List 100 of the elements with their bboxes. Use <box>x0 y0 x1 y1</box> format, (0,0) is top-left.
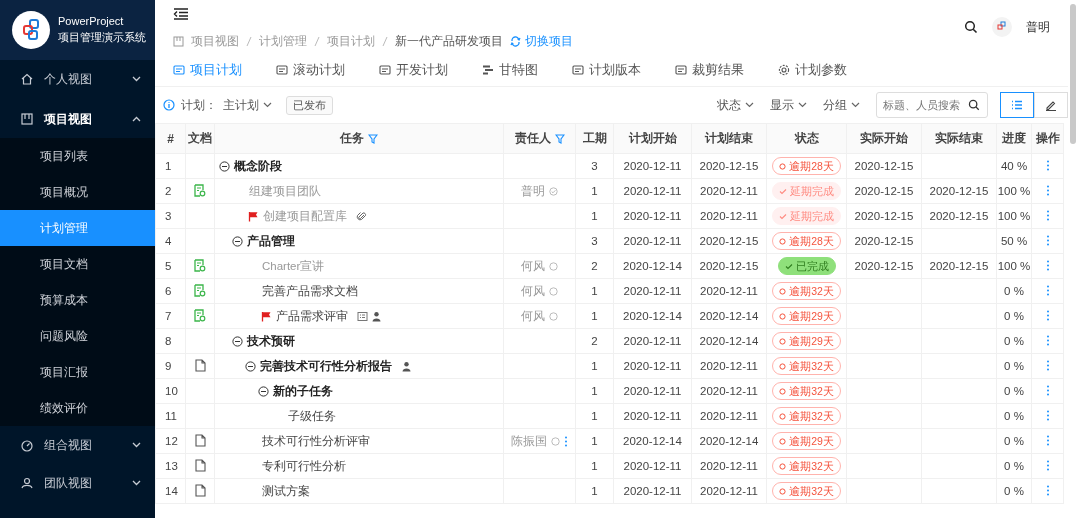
circle-icon <box>779 437 787 445</box>
table-cell: 2020-12-14 <box>613 303 692 329</box>
sidebar-group[interactable]: 组合视图 <box>0 426 155 464</box>
more-icon[interactable] <box>1045 434 1050 446</box>
person-icon[interactable] <box>371 310 382 322</box>
edit-button[interactable] <box>1034 92 1068 118</box>
more-icon[interactable] <box>1045 234 1050 246</box>
more-icon[interactable] <box>1045 159 1050 171</box>
file-icon[interactable] <box>194 458 206 472</box>
filter-icon[interactable] <box>368 133 378 144</box>
table-cell: 1 <box>575 278 614 304</box>
more-icon[interactable] <box>1045 309 1050 321</box>
more-icon[interactable] <box>1045 484 1050 496</box>
person-icon[interactable] <box>401 360 412 372</box>
sidebar-item[interactable]: 绩效评价 <box>0 390 155 426</box>
table-cell: 2020-12-11 <box>691 203 767 229</box>
plan-label: 计划： <box>181 96 217 114</box>
file-icon[interactable] <box>194 358 206 372</box>
flag-icon <box>248 210 259 222</box>
task-name[interactable]: 产品管理 <box>247 233 295 249</box>
table-cell: 2020-12-14 <box>613 428 692 454</box>
sidebar-group[interactable]: 项目视图 <box>0 100 155 138</box>
more-icon[interactable] <box>1045 359 1050 371</box>
task-name[interactable]: 概念阶段 <box>234 158 282 174</box>
form-icon[interactable] <box>357 310 368 322</box>
collapse-icon[interactable] <box>258 385 269 397</box>
tab[interactable]: 甘特图 <box>482 61 538 79</box>
sidebar-item[interactable]: 项目汇报 <box>0 354 155 390</box>
tab[interactable]: 滚动计划 <box>276 61 345 79</box>
document-icon[interactable] <box>194 258 206 272</box>
search-icon[interactable] <box>964 20 978 34</box>
more-icon[interactable] <box>1045 409 1050 421</box>
filter-dropdown[interactable]: 显示 <box>770 96 807 114</box>
breadcrumb-separator <box>382 36 388 47</box>
document-icon[interactable] <box>194 183 206 197</box>
user-name[interactable]: 普明 <box>1026 18 1050 36</box>
more-icon[interactable] <box>1045 184 1050 196</box>
sidebar-item[interactable]: 项目文档 <box>0 246 155 282</box>
filter-dropdown[interactable]: 状态 <box>717 96 754 114</box>
scrollbar[interactable] <box>1070 4 1076 144</box>
sidebar-group[interactable]: 个人视图 <box>0 60 155 98</box>
search-field[interactable]: 标题、人员搜索 <box>876 92 988 118</box>
file-icon[interactable] <box>194 433 206 447</box>
task-name[interactable]: 专利可行性分析 <box>262 458 346 474</box>
file-icon[interactable] <box>194 483 206 497</box>
info-icon <box>163 99 175 111</box>
document-icon[interactable] <box>194 308 206 322</box>
filter-icon[interactable] <box>554 133 565 144</box>
more-icon[interactable] <box>564 435 568 447</box>
table-cell: 2020-12-15 <box>691 253 767 279</box>
task-name[interactable]: 子级任务 <box>288 408 336 424</box>
paperclip-icon[interactable] <box>356 210 367 222</box>
table-cell: 1 <box>575 453 614 479</box>
collapse-icon[interactable] <box>232 335 243 347</box>
table-cell: 2020-12-15 <box>691 228 767 254</box>
table-cell: 0 % <box>996 378 1032 404</box>
chevron-icon <box>132 442 141 448</box>
sidebar-item[interactable]: 预算成本 <box>0 282 155 318</box>
circle-icon <box>779 462 787 470</box>
task-name[interactable]: 技术预研 <box>247 333 295 349</box>
search-icon[interactable] <box>968 99 980 111</box>
owner-name: 何风 <box>521 283 545 299</box>
more-icon[interactable] <box>1045 334 1050 346</box>
chevron-icon <box>132 480 141 486</box>
table-cell: 1 <box>575 378 614 404</box>
document-icon[interactable] <box>194 283 206 297</box>
status-tag: 延期完成 <box>772 182 841 200</box>
collapse-icon[interactable] <box>219 160 230 172</box>
collapse-icon[interactable] <box>232 235 243 247</box>
plan-dropdown[interactable]: 主计划 <box>223 96 272 114</box>
sidebar-group[interactable]: 团队视图 <box>0 464 155 502</box>
task-name[interactable]: 新的子任务 <box>273 383 333 399</box>
task-name[interactable]: 测试方案 <box>262 483 310 499</box>
more-icon[interactable] <box>1045 284 1050 296</box>
menu-fold-icon[interactable] <box>173 8 189 20</box>
tab[interactable]: 计划参数 <box>778 61 847 79</box>
more-icon[interactable] <box>1045 259 1050 271</box>
tab[interactable]: 计划版本 <box>572 61 641 79</box>
status-tag: 逾期32天 <box>772 407 841 425</box>
column-header: # <box>167 131 174 146</box>
table-cell: 2020-12-15 <box>846 228 922 254</box>
status-tag: 逾期32天 <box>772 282 841 300</box>
table-cell: 50 % <box>996 228 1032 254</box>
more-icon[interactable] <box>1045 459 1050 471</box>
sidebar-item[interactable]: 项目列表 <box>0 138 155 174</box>
filter-dropdown[interactable]: 分组 <box>823 96 860 114</box>
sidebar-item[interactable]: 项目概况 <box>0 174 155 210</box>
user-avatar[interactable] <box>992 17 1012 37</box>
collapse-icon[interactable] <box>245 360 256 372</box>
table-cell: 0 % <box>996 328 1032 354</box>
task-name[interactable]: 产品需求评审 <box>276 308 348 324</box>
tab[interactable]: 裁剪结果 <box>675 61 744 79</box>
table-cell: 12 <box>155 428 186 454</box>
more-icon[interactable] <box>1045 209 1050 221</box>
table-cell: 1 <box>575 203 614 229</box>
table-cell: 2020-12-11 <box>691 378 767 404</box>
sidebar-item[interactable]: 问题风险 <box>0 318 155 354</box>
owner-name: 何风 <box>521 308 545 324</box>
tab[interactable]: 开发计划 <box>379 61 448 79</box>
more-icon[interactable] <box>1045 384 1050 396</box>
